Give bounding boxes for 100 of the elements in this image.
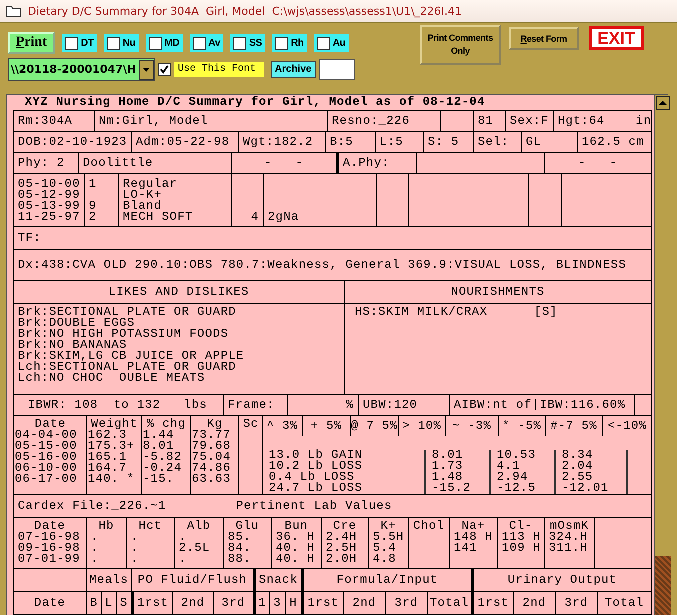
diet-order-text: 2gNa (268, 210, 300, 224)
weight-field: AIBW:nt of|IBW:116.60% (454, 398, 626, 412)
table-cell: 148 H (454, 530, 494, 544)
table-cell: 2.0H (326, 552, 358, 566)
info-field: Rm:304A (18, 114, 73, 128)
column-header: 3rd (564, 596, 588, 610)
checkbox[interactable] (275, 36, 288, 50)
table-cell: . (91, 530, 99, 544)
column-header: Na+ (462, 521, 486, 532)
table-cell-text: 2.04 (562, 461, 594, 472)
column-header: 1rst (478, 596, 510, 610)
diet-order-text: 05-10-00 (18, 177, 80, 191)
table-cell: 5.5H (373, 530, 404, 544)
archive-button[interactable]: Archive (271, 61, 316, 78)
info-field: L:5 (380, 135, 404, 149)
section-heading: Pertinent Lab Values (236, 498, 392, 515)
info-field: GL (526, 135, 542, 149)
table-cell: . (131, 530, 139, 544)
column-header: H (290, 596, 298, 610)
checkbox[interactable] (192, 36, 206, 50)
info-field: Wgt:182.2 (243, 135, 314, 149)
column-header: Weight (91, 419, 139, 430)
diagnosis-text: Dx:438:CVA OLD 290.10:OBS 780.7:Weakness, General 369.9:VISUAL LOSS, BLINDNESS (18, 258, 626, 272)
filter-checkbox[interactable]: Au (314, 34, 349, 52)
column-group-header: Urinary Output (508, 573, 618, 587)
column-header: mOsmK (549, 521, 590, 532)
table-cell: 85. (228, 530, 252, 544)
checkbox[interactable] (316, 36, 330, 50)
nourishment-item: HS:SKIM MILK/CRAX [S] (354, 307, 559, 318)
diet-order-text: 9 (89, 199, 97, 213)
info-field: B:5 (330, 135, 354, 149)
physician-field: A.Phy: (343, 156, 390, 170)
column-header: 1 (258, 596, 266, 610)
info-field: 162.5 cm (582, 135, 644, 149)
checkbox[interactable] (65, 36, 78, 50)
filter-checkbox[interactable]: Nu (104, 34, 139, 52)
diet-order-text: 1 (89, 177, 97, 191)
info-field: Adm:05-22-98 (136, 135, 230, 149)
table-cell: 113 H (502, 530, 542, 544)
filter-checkbox[interactable]: SS (230, 34, 266, 52)
filter-checkbox[interactable]: Av (190, 34, 224, 52)
column-header: L (105, 596, 113, 610)
font-path-dropdown[interactable]: \\20118-20001047\H (8, 58, 155, 81)
section-heading: NOURISHMENTS (451, 285, 545, 299)
section-heading: LIKES AND DISLIKES (108, 285, 250, 299)
filter-checkbox[interactable]: MD (146, 34, 183, 52)
column-header: Chol (413, 521, 445, 532)
table-cell-text: 175.3+ (88, 441, 136, 452)
info-field: S: 5 (428, 135, 460, 149)
table-cell: 2.5H (326, 541, 358, 555)
physician-field: - - (578, 156, 618, 170)
info-field: Nm:Girl, Model (99, 114, 208, 128)
reset-form-button[interactable]: Reset Form (509, 27, 579, 50)
checkbox-label: Au (332, 38, 346, 48)
checkbox[interactable] (106, 36, 120, 50)
info-field: Resno:_226 (332, 114, 410, 128)
diet-order-text: 05-13-99 (18, 199, 80, 213)
table-cell-text: -0.24 (143, 463, 184, 474)
filter-checkbox[interactable]: DT (62, 34, 97, 52)
folder-icon (6, 4, 22, 18)
physician-field: Phy: 2 (18, 156, 65, 170)
use-font-checkbox[interactable]: Use This Font (158, 62, 264, 77)
archive-field[interactable] (318, 59, 355, 80)
table-cell-text: 8.34 (562, 450, 594, 461)
filter-checkbox[interactable]: Rh (272, 34, 307, 52)
column-group-header: Formula/Input (336, 573, 438, 587)
column-header: Hb (98, 521, 116, 532)
table-cell: 2.5L (179, 541, 210, 555)
table-cell-text: -15. (143, 474, 176, 485)
column-header: > 10% (402, 419, 442, 433)
table-cell: . (131, 541, 139, 555)
table-cell: 09-16-98 (18, 541, 80, 555)
column-header: ~ -3% (452, 419, 492, 433)
weight-change-text: 10.2 Lb LOSS (269, 461, 364, 472)
exit-button[interactable]: EXIT (589, 26, 644, 50)
checkbox[interactable] (148, 36, 162, 50)
table-cell-text: 1.48 (432, 472, 464, 483)
table-cell: 109 H (502, 541, 542, 555)
vertical-scrollbar[interactable] (654, 95, 671, 615)
column-header: 1rst (308, 596, 340, 610)
checkbox[interactable] (233, 36, 246, 50)
column-header: Kg (207, 419, 223, 430)
diet-order-text: Bland (123, 199, 162, 213)
column-group-header: PO Fluid/Flush (138, 573, 248, 587)
print-button[interactable]: Print (8, 32, 56, 54)
weight-field: % (346, 398, 354, 412)
window-title: Dietary D/C Summary for 304A Girl, Model C:\wjs\assess\assess1\U1\_226I.41 (28, 4, 462, 18)
print-comments-button[interactable]: Print Comments Only (420, 25, 501, 65)
table-cell-text: -15.2 (432, 483, 472, 494)
column-header: Total (430, 596, 469, 610)
column-header: K+ (380, 521, 396, 532)
table-cell-text: 79.68 (192, 441, 232, 452)
likes-item: Brk:NO BANANAS (18, 340, 128, 351)
column-header: * -5% (502, 419, 542, 433)
table-cell: 311.H (549, 541, 588, 555)
diet-order-text: 11-25-97 (18, 210, 80, 224)
table-cell-text: 06-17-00 (15, 474, 78, 485)
checkbox[interactable] (158, 63, 171, 76)
column-header: 2nd (522, 596, 546, 610)
table-cell-text: -12.01 (562, 483, 610, 494)
